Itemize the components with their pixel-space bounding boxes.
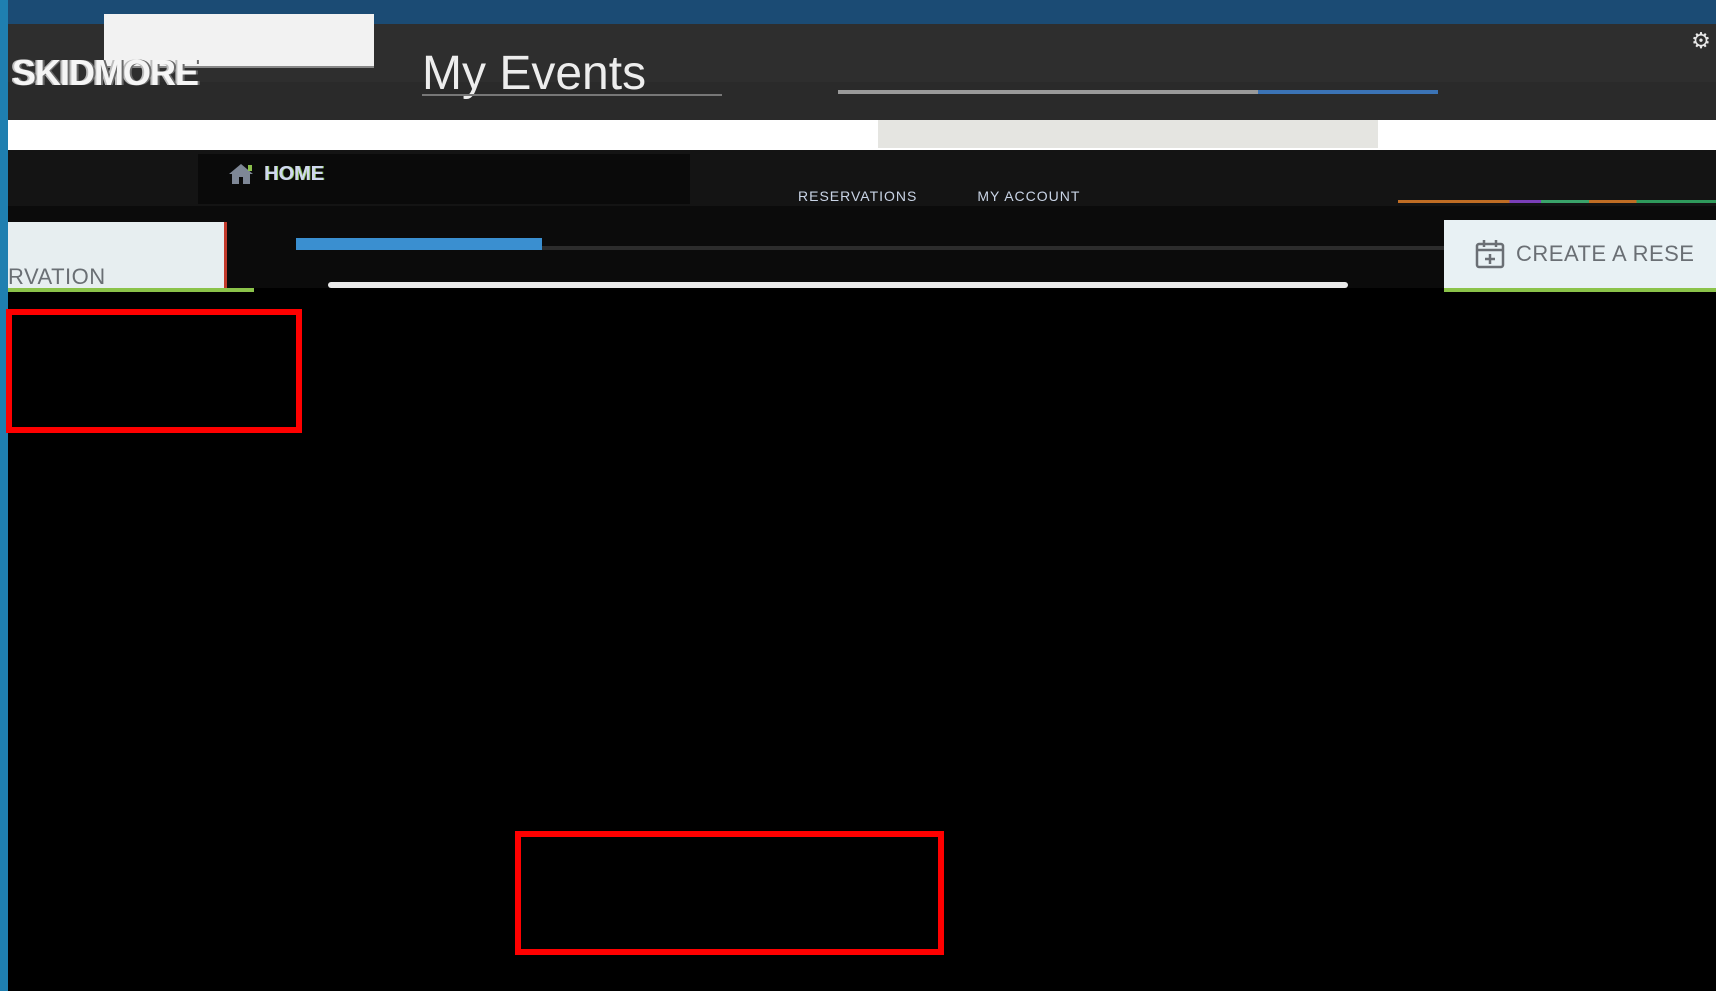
reservation-tab[interactable]: RVATION	[8, 222, 254, 292]
action-bar: RVATION CREATE A RESE	[8, 206, 1716, 292]
nav-home-link[interactable]: HOME	[228, 162, 324, 186]
skidmore-logo[interactable]: SKIDMORE	[12, 52, 252, 92]
search-panel[interactable]	[878, 120, 1378, 148]
nav-accent-strip	[1398, 200, 1716, 203]
window-left-edge	[0, 0, 8, 991]
search-bar-region	[8, 120, 1716, 150]
header-divider	[1258, 90, 1438, 94]
calendar-add-icon	[1474, 238, 1506, 270]
highlight-box	[515, 831, 944, 955]
reservation-tab-accent	[8, 288, 254, 292]
tab-reservations[interactable]: RESERVATIONS	[798, 188, 917, 204]
app-header: SKIDMORE My Events ⚙	[8, 14, 1716, 120]
nav-home-container: HOME	[198, 154, 690, 204]
reservation-tab-label: RVATION	[8, 264, 106, 289]
home-label: HOME	[264, 162, 324, 185]
title-underline	[422, 94, 722, 96]
nav-tabs: RESERVATIONS MY ACCOUNT	[798, 188, 1080, 204]
create-reservation-label: CREATE A RESE	[1516, 241, 1695, 266]
highlight-box	[6, 309, 302, 433]
progress-fill	[296, 238, 542, 250]
main-navigation: HOME RESERVATIONS MY ACCOUNT	[8, 150, 1716, 206]
gear-icon[interactable]: ⚙	[1690, 30, 1712, 52]
header-divider	[838, 90, 1258, 94]
create-reservation-button[interactable]: CREATE A RESE	[1444, 220, 1716, 292]
divider-line	[328, 282, 1348, 288]
tab-my-account[interactable]: MY ACCOUNT	[977, 188, 1080, 204]
home-icon	[228, 163, 254, 185]
